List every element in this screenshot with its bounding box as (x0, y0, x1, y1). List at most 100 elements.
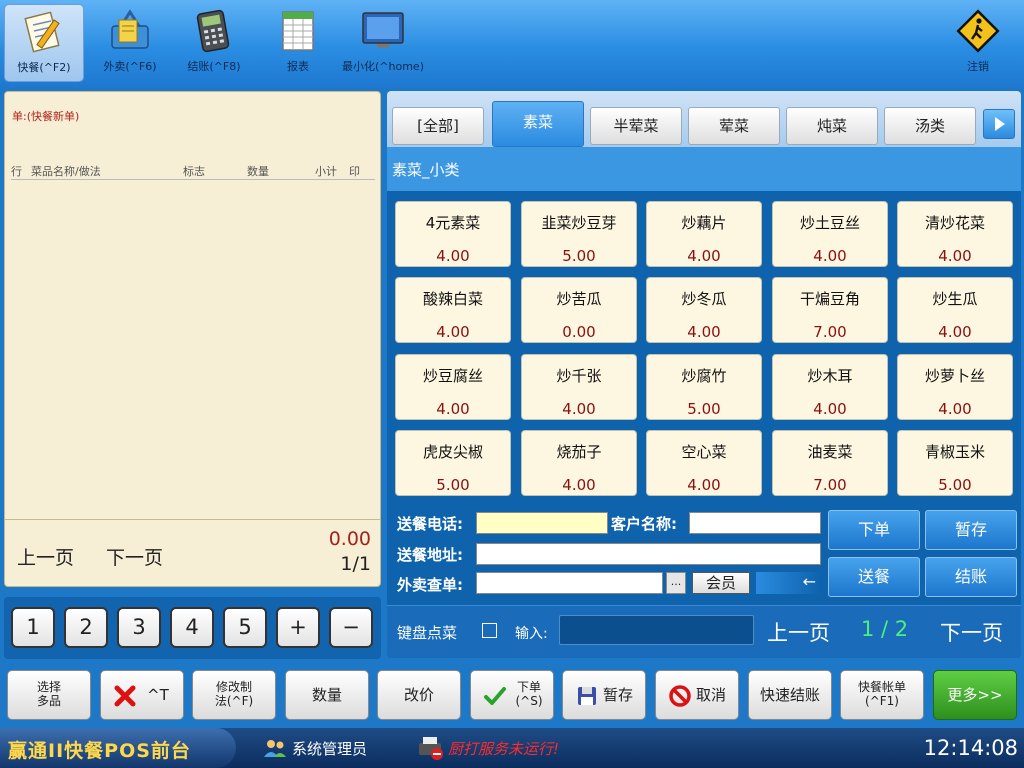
dish-button[interactable]: 炒萝卜丝 4.00 (897, 354, 1013, 420)
dish-button[interactable]: 炒生瓜 4.00 (897, 277, 1013, 343)
dish-button[interactable]: 炒木耳 4.00 (772, 354, 888, 420)
hold-button[interactable]: 暂存 (562, 670, 646, 720)
dish-price: 4.00 (436, 247, 470, 265)
quantity-button[interactable]: 数量 (285, 670, 369, 720)
order-next-page[interactable]: 下一页 (106, 543, 163, 570)
member-button[interactable]: 会员 (692, 572, 750, 594)
menu-panel: [全部] 素菜 半荤菜 荤菜 炖菜 汤类 素菜_小类 4元素菜 4.00 韭菜炒豆芽… (387, 91, 1021, 658)
tab-meat[interactable]: 荤菜 (688, 107, 780, 145)
toolbar-takeout-button[interactable]: 外卖(^F6) (92, 4, 168, 82)
dish-button[interactable]: 空心菜 4.00 (646, 430, 762, 496)
dish-button[interactable]: 虎皮尖椒 5.00 (395, 430, 511, 496)
column-header-flag: 标志 (183, 165, 205, 178)
numpad-minus[interactable]: − (329, 607, 373, 648)
subcategory-label[interactable]: 素菜_小类 (392, 159, 460, 180)
dish-button[interactable]: 炒豆腐丝 4.00 (395, 354, 511, 420)
submit-order-button[interactable]: 下单 (^S) (470, 670, 554, 720)
dish-name: 清炒花菜 (924, 214, 985, 232)
triangle-right-icon (995, 117, 1005, 131)
hold-order-button[interactable]: 暂存 (925, 510, 1017, 550)
tab-stew[interactable]: 炖菜 (786, 107, 878, 145)
clock: 12:14:08 (923, 736, 1018, 760)
dish-button[interactable]: 炒土豆丝 4.00 (772, 201, 888, 267)
keyboard-order-label: 键盘点菜 (397, 624, 458, 642)
brand-area: 赢通II快餐POS前台 (0, 728, 236, 768)
order-title: 单:(快餐新单) (12, 110, 80, 123)
notepad-pen-icon (21, 9, 67, 55)
change-price-button[interactable]: 改价 (377, 670, 461, 720)
cancel-button[interactable]: 取消 (655, 670, 739, 720)
numpad-5[interactable]: 5 (223, 607, 267, 648)
keyboard-order-checkbox[interactable] (482, 623, 497, 638)
numpad-2[interactable]: 2 (64, 607, 108, 648)
dish-name: 油麦菜 (807, 443, 853, 461)
tab-half-meat[interactable]: 半荤菜 (590, 107, 682, 145)
toolbar-minimize-button[interactable]: 最小化(^home) (340, 4, 426, 82)
numpad-plus[interactable]: + (276, 607, 320, 648)
floppy-disk-icon (578, 687, 596, 705)
numpad-1[interactable]: 1 (11, 607, 55, 648)
tab-vegetable[interactable]: 素菜 (492, 101, 584, 147)
current-user: 系统管理员 (292, 740, 368, 758)
dish-name: 青椒玉米 (924, 443, 985, 461)
takeout-lookup-input[interactable] (476, 572, 663, 594)
dish-price: 5.00 (938, 476, 972, 494)
tab-scroll-right-button[interactable] (983, 109, 1015, 139)
toolbar-report-button[interactable]: 报表 (262, 4, 334, 82)
delivery-phone-input[interactable] (476, 512, 608, 534)
dish-button[interactable]: 炒苦瓜 0.00 (521, 277, 637, 343)
dish-button[interactable]: 炒千张 4.00 (521, 354, 637, 420)
enter-key-button[interactable]: ← (756, 572, 820, 594)
pos-terminal-icon (191, 8, 237, 54)
toolbar-logout-button[interactable]: 注销 (944, 4, 1012, 82)
delivery-address-input[interactable] (476, 543, 821, 565)
dish-name: 炒生瓜 (932, 290, 978, 308)
dish-button[interactable]: 韭菜炒豆芽 5.00 (521, 201, 637, 267)
green-check-icon (484, 687, 506, 705)
column-header-subtotal: 小计 (315, 165, 337, 178)
checkout-button[interactable]: 结账 (925, 557, 1017, 597)
dish-price: 4.00 (687, 476, 721, 494)
toolbar-quick-meal-label: 快餐(^F2) (17, 61, 71, 74)
dish-name: 虎皮尖椒 (422, 443, 483, 461)
more-button[interactable]: 更多>> (933, 670, 1017, 720)
numpad-3[interactable]: 3 (117, 607, 161, 648)
delete-item-button[interactable]: ^T (100, 670, 184, 720)
dish-button[interactable]: 炒藕片 4.00 (646, 201, 762, 267)
quick-checkout-button[interactable]: 快速结账 (748, 670, 832, 720)
customer-name-input[interactable] (689, 512, 821, 534)
numpad-4[interactable]: 4 (170, 607, 214, 648)
dish-price: 7.00 (813, 476, 847, 494)
menu-next-page[interactable]: 下一页 (940, 617, 1003, 647)
toolbar-quick-meal-button[interactable]: 快餐(^F2) (4, 4, 84, 82)
dish-button[interactable]: 青椒玉米 5.00 (897, 430, 1013, 496)
tab-soup[interactable]: 汤类 (884, 107, 976, 145)
dish-button[interactable]: 酸辣白菜 4.00 (395, 277, 511, 343)
dish-button[interactable]: 炒腐竹 5.00 (646, 354, 762, 420)
menu-prev-page[interactable]: 上一页 (767, 617, 830, 647)
dish-name: 炒豆腐丝 (422, 367, 483, 385)
dish-price: 4.00 (562, 476, 596, 494)
dish-name: 炒苦瓜 (556, 290, 602, 308)
user-group-icon (264, 740, 286, 757)
dish-button[interactable]: 炒冬瓜 4.00 (646, 277, 762, 343)
dish-price: 5.00 (562, 247, 596, 265)
dish-button[interactable]: 清炒花菜 4.00 (897, 201, 1013, 267)
print-service-warning: 厨打服务未运行! (448, 740, 560, 758)
takeout-lookup-browse-button[interactable]: ... (666, 572, 686, 594)
dish-price: 5.00 (687, 400, 721, 418)
place-order-button[interactable]: 下单 (828, 510, 920, 550)
column-header-dish: 菜品名称/做法 (31, 165, 101, 178)
dish-button[interactable]: 烧茄子 4.00 (521, 430, 637, 496)
dish-button[interactable]: 干煸豆角 7.00 (772, 277, 888, 343)
dish-button[interactable]: 4元素菜 4.00 (395, 201, 511, 267)
dish-button[interactable]: 油麦菜 7.00 (772, 430, 888, 496)
tab-all[interactable]: [全部] (392, 107, 484, 145)
keyboard-input[interactable] (559, 615, 754, 645)
toolbar-checkout-button[interactable]: 结账(^F8) (176, 4, 252, 82)
deliver-button[interactable]: 送餐 (828, 557, 920, 597)
quick-bill-button[interactable]: 快餐帐单 (^F1) (840, 670, 924, 720)
modify-method-button[interactable]: 修改制 法(^F) (192, 670, 276, 720)
select-multiple-button[interactable]: 选择 多品 (7, 670, 91, 720)
order-prev-page[interactable]: 上一页 (17, 543, 74, 570)
